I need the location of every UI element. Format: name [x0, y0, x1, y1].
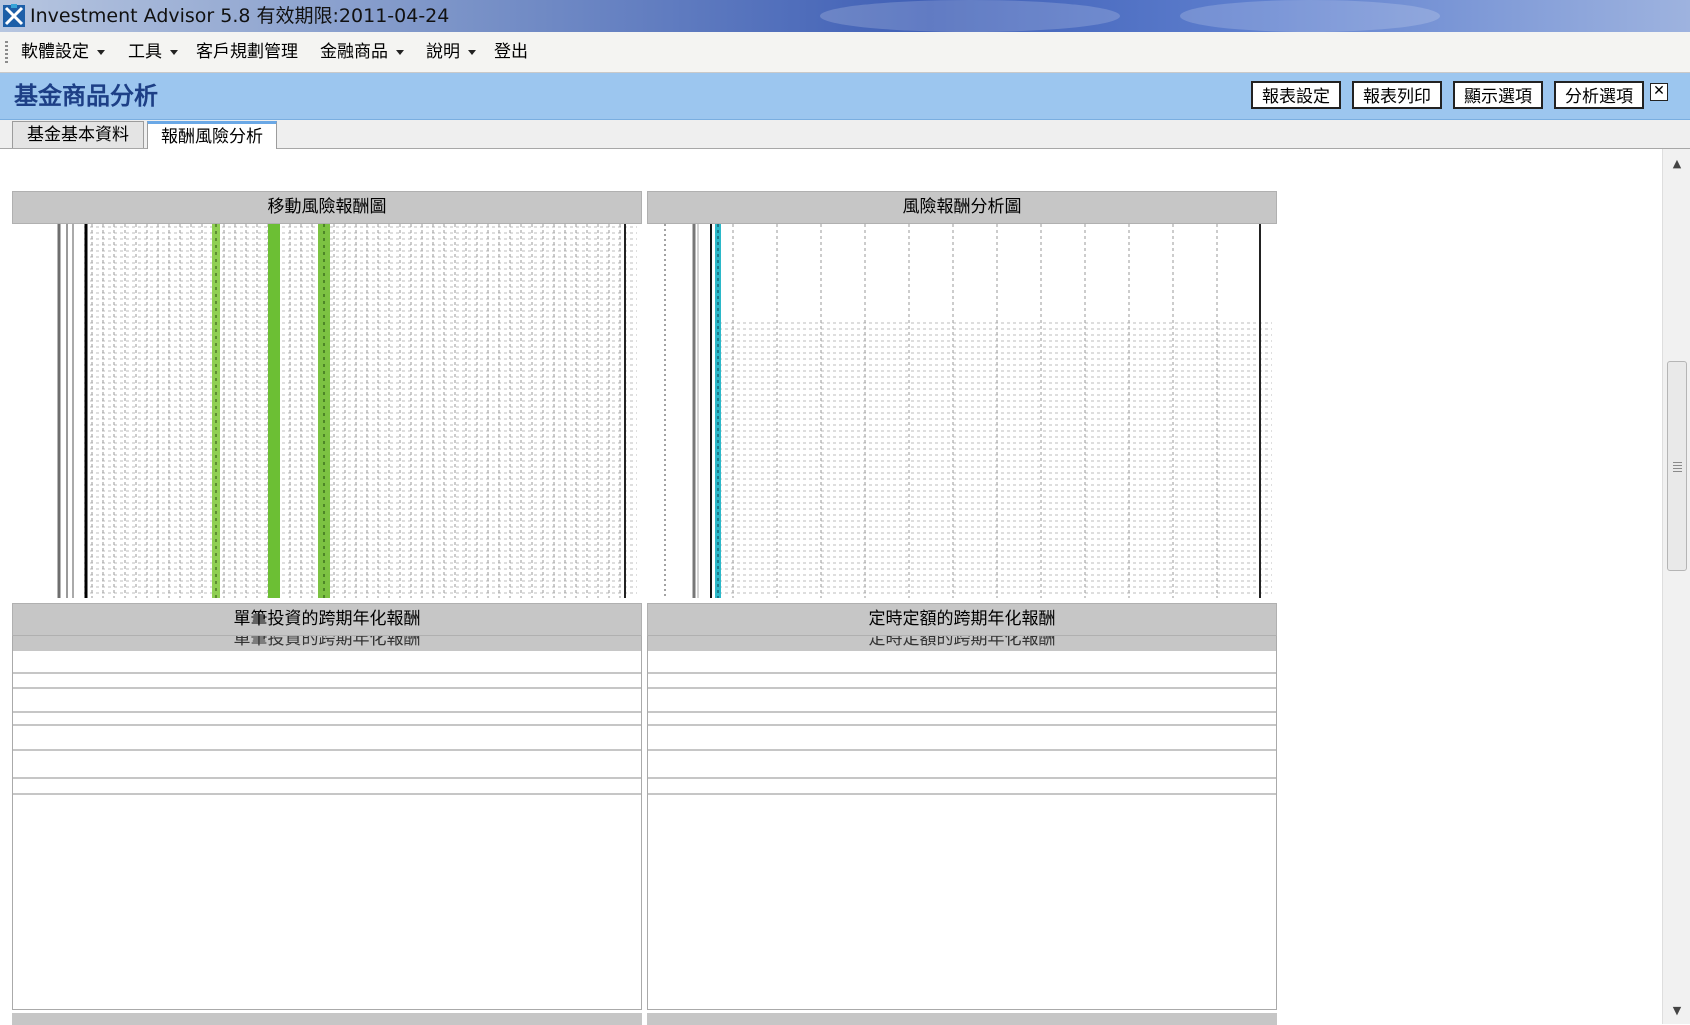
scroll-up-arrow-icon[interactable]: ▲ — [1663, 153, 1690, 175]
close-icon[interactable]: ✕ — [1650, 83, 1668, 101]
menu-tools[interactable]: 工具 — [128, 40, 178, 64]
report-print-button[interactable]: 報表列印 — [1352, 81, 1442, 109]
table-row — [13, 687, 641, 689]
regular-annualized-return-title: 定時定額的跨期年化報酬 — [647, 603, 1277, 636]
risk-return-analysis-chart-svg — [664, 224, 1272, 598]
chevron-down-icon — [97, 49, 105, 55]
risk-return-analysis-chart-title: 風險報酬分析圖 — [647, 191, 1277, 224]
menu-financial-products[interactable]: 金融商品 — [320, 40, 404, 64]
menu-bar: 軟體設定 工具 客戶規劃管理 金融商品 說明 登出 — [0, 32, 1690, 73]
window-title-bar: Investment Advisor 5.8 有效期限:2011-04-24 — [0, 0, 1690, 32]
display-options-button[interactable]: 顯示選項 — [1453, 81, 1543, 109]
menu-client-planning[interactable]: 客戶規劃管理 — [196, 40, 298, 64]
table-row — [13, 777, 641, 779]
moving-risk-return-chart — [12, 224, 642, 598]
table-row — [648, 672, 1276, 674]
regular-annualized-return-table: 定時定額的跨期年化報酬 — [647, 636, 1277, 1010]
table-header-row: 定時定額的跨期年化報酬 — [648, 636, 1276, 651]
moving-risk-return-chart-svg — [57, 224, 637, 598]
next-panel-header-partial — [647, 1013, 1277, 1025]
table-header-row: 單筆投資的跨期年化報酬 — [13, 636, 641, 651]
table-row — [13, 749, 641, 751]
table-row — [13, 793, 641, 795]
chevron-down-icon — [468, 49, 476, 55]
page-header: 基金商品分析 報表設定 報表列印 顯示選項 分析選項 ✕ — [0, 73, 1690, 120]
menu-help[interactable]: 說明 — [426, 40, 476, 64]
toolbar-grip[interactable] — [5, 41, 8, 63]
title-bar-decoration — [1180, 0, 1440, 32]
table-row — [648, 724, 1276, 726]
menu-software-settings[interactable]: 軟體設定 — [21, 40, 105, 64]
table-row — [648, 687, 1276, 689]
next-panel-header-partial — [12, 1013, 642, 1025]
table-row — [13, 711, 641, 713]
chart-grid — [717, 319, 1272, 598]
vertical-scrollbar[interactable]: ▲ ▼ — [1662, 149, 1690, 1024]
table-row — [13, 724, 641, 726]
page-title: 基金商品分析 — [14, 82, 158, 110]
table-row — [13, 672, 641, 674]
scrollbar-thumb[interactable] — [1667, 361, 1687, 571]
report-settings-button[interactable]: 報表設定 — [1251, 81, 1341, 109]
lump-sum-annualized-return-title: 單筆投資的跨期年化報酬 — [12, 603, 642, 636]
table-row — [648, 793, 1276, 795]
series-bar — [268, 224, 280, 598]
table-row — [648, 711, 1276, 713]
menu-logout[interactable]: 登出 — [494, 40, 528, 64]
window-title: Investment Advisor 5.8 有效期限:2011-04-24 — [30, 5, 450, 27]
analysis-options-button[interactable]: 分析選項 — [1554, 81, 1644, 109]
scroll-down-arrow-icon[interactable]: ▼ — [1663, 1000, 1690, 1022]
app-logo-icon — [3, 4, 25, 27]
tab-risk-return-analysis[interactable]: 報酬風險分析 — [147, 121, 277, 149]
risk-return-analysis-chart — [647, 224, 1277, 598]
lump-sum-annualized-return-table: 單筆投資的跨期年化報酬 — [12, 636, 642, 1010]
tab-fund-basic-info[interactable]: 基金基本資料 — [12, 121, 144, 148]
table-row — [648, 749, 1276, 751]
title-bar-decoration — [820, 0, 1120, 32]
table-row — [648, 777, 1276, 779]
tab-bar: 基金基本資料 報酬風險分析 — [0, 120, 1690, 149]
chevron-down-icon — [396, 49, 404, 55]
chevron-down-icon — [170, 49, 178, 55]
moving-risk-return-chart-title: 移動風險報酬圖 — [12, 191, 642, 224]
grip-icon — [1673, 462, 1682, 472]
